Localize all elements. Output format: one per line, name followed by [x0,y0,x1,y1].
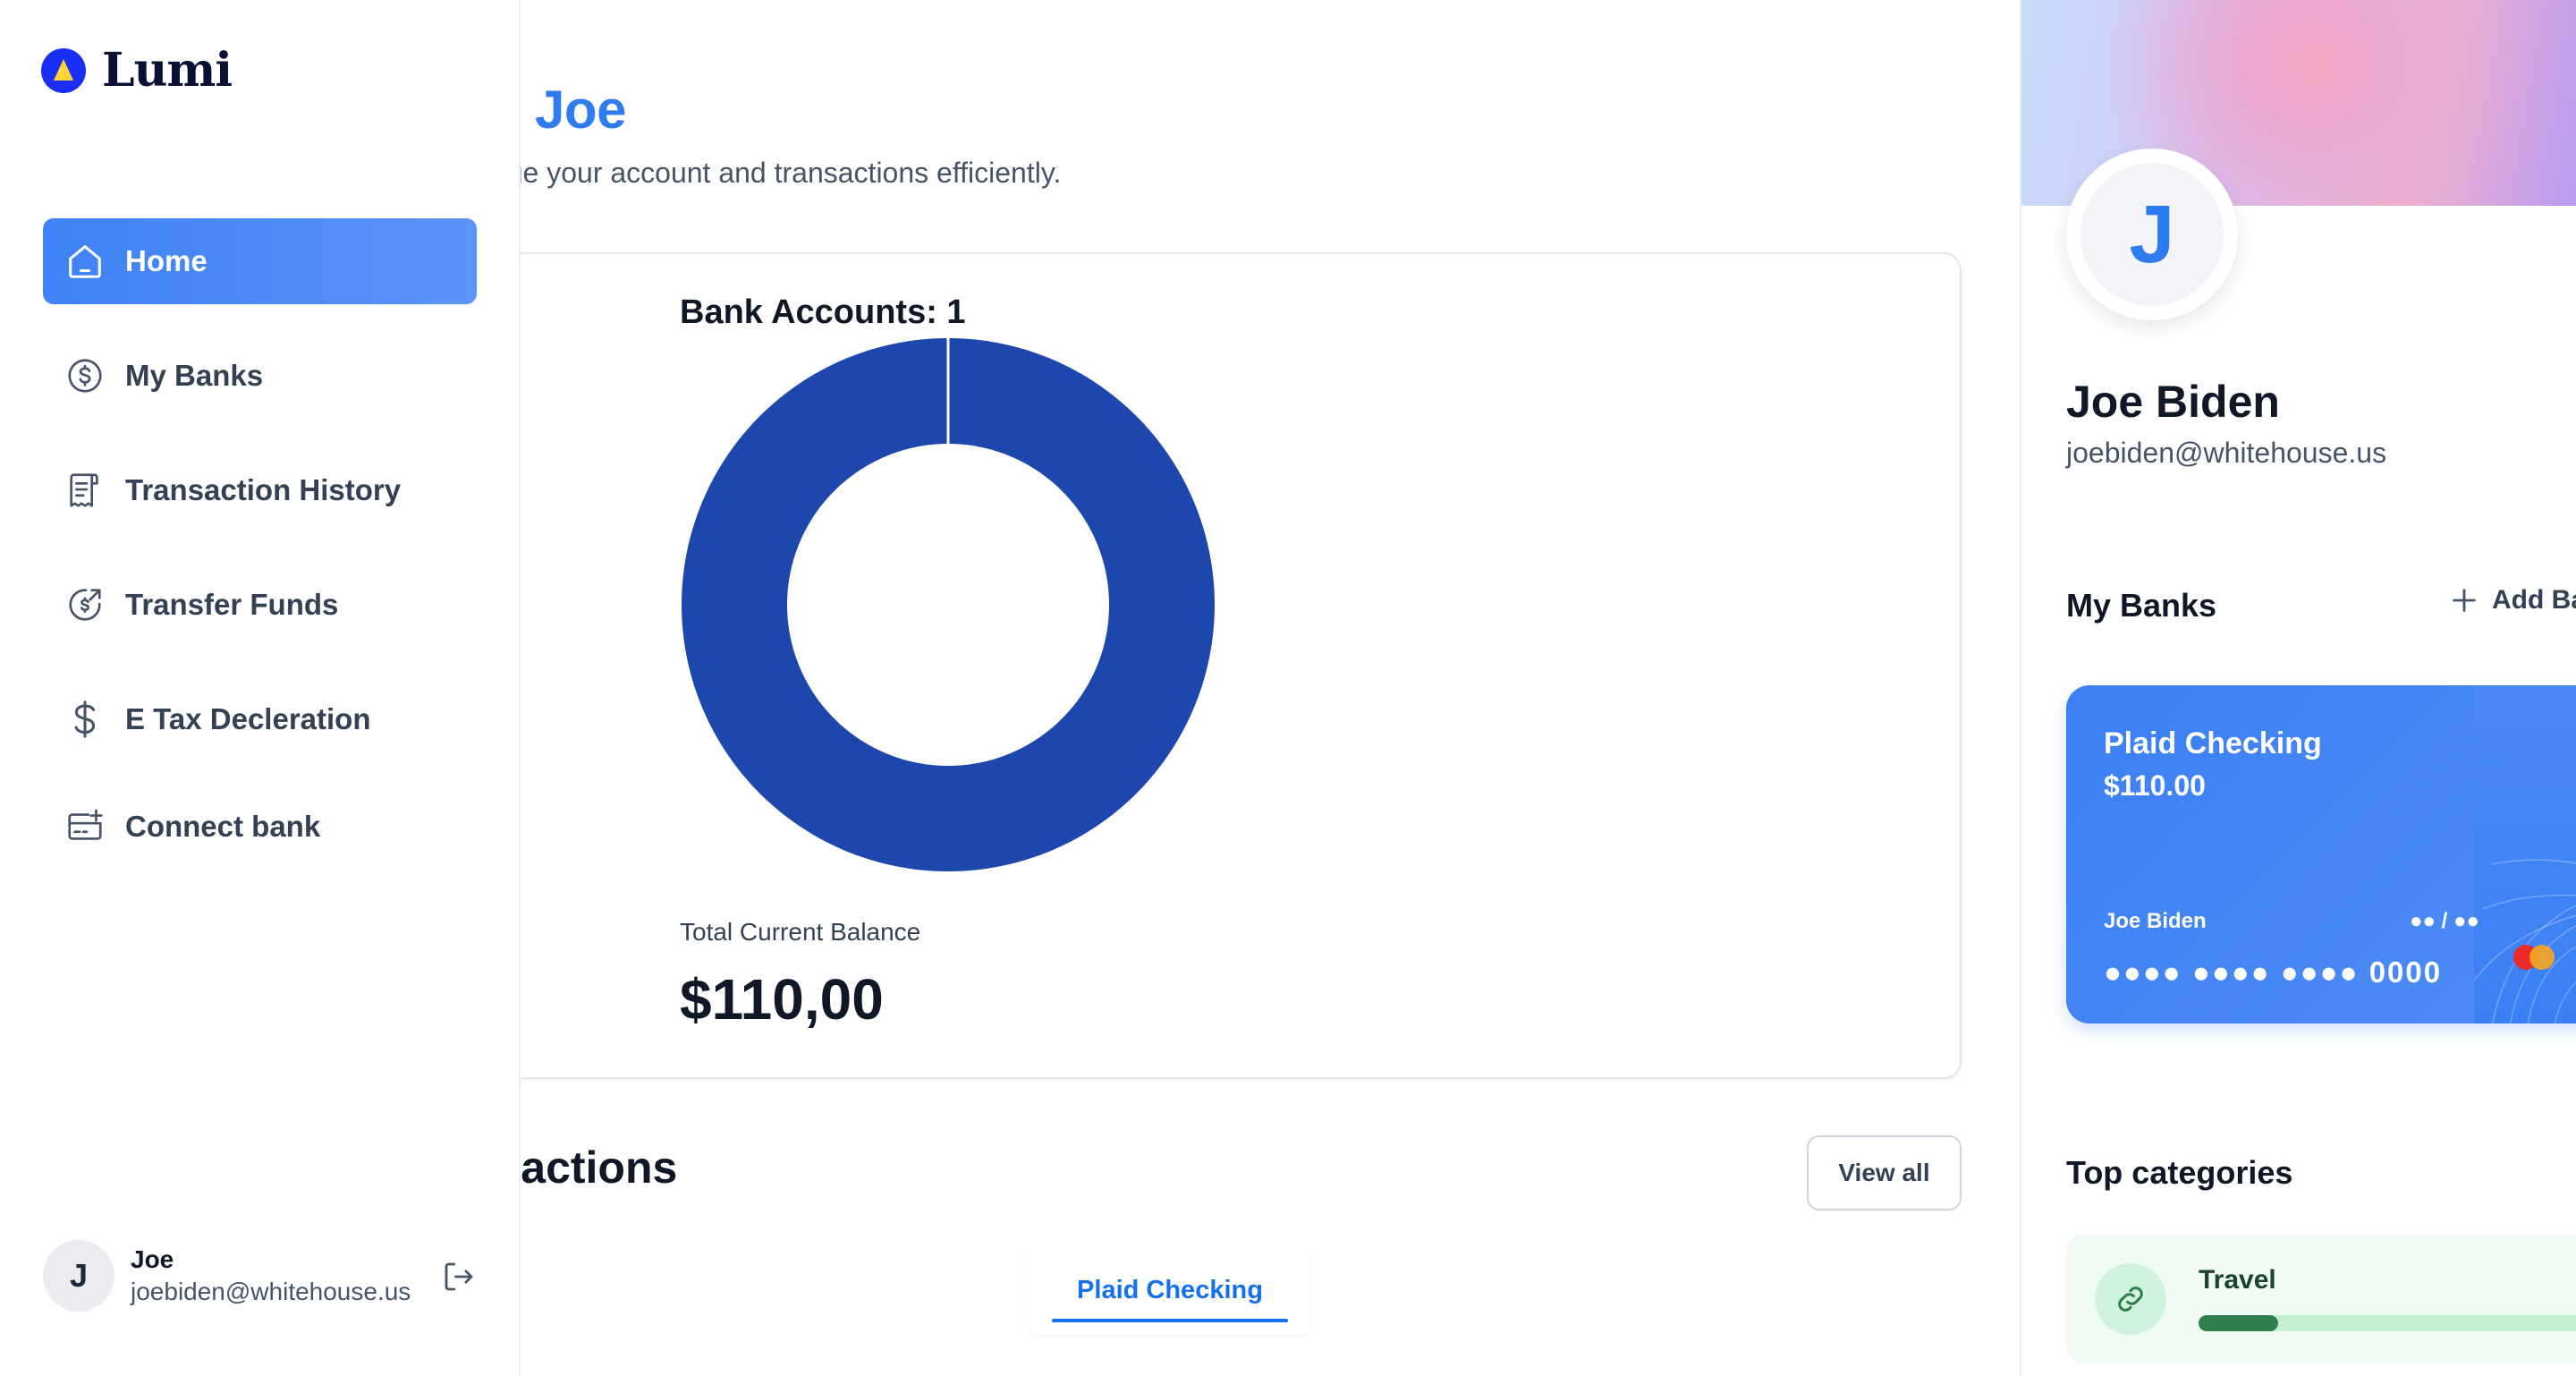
logo[interactable]: Lumi [41,43,233,98]
sidebar-item-label: Connect bank [125,810,321,843]
avatar: J [43,1240,114,1312]
sidebar-item-connect-bank[interactable]: Connect bank [43,784,477,870]
logo-text: Lumi [102,43,233,98]
sidebar-item-label: Home [125,244,208,277]
dollar-circle-icon [64,355,106,396]
right-sidebar: J Joe Biden joebiden@whitehouse.us My Ba… [2020,0,2576,1376]
profile-name: Joe Biden [2066,377,2280,427]
card-balance: $110.00 [2104,769,2206,802]
sidebar-item-label: E Tax Decleration [125,702,371,735]
profile-initial: J [2080,163,2224,306]
sidebar-item-label: Transfer Funds [125,588,339,621]
mastercard-icon [2513,945,2555,970]
user-email: joebiden@whitehouse.us [131,1278,411,1305]
total-balance-amount: $110,00 [680,967,884,1032]
profile-avatar: J [2066,149,2238,320]
add-bank-label: Add Ba [2492,585,2576,615]
category-progress-fill [2199,1315,2279,1331]
category-travel[interactable]: Travel 9 [2066,1235,2576,1363]
my-banks-title: My Banks [2066,587,2217,624]
card-plus-icon [64,806,106,847]
sidebar: Lumi Home My Banks Transaction History T… [0,0,521,1376]
sidebar-item-label: Transaction History [125,473,402,506]
category-name: Travel [2199,1265,2276,1295]
balance-donut-chart [681,337,1215,871]
logout-icon[interactable] [440,1258,478,1295]
sidebar-item-transfer-funds[interactable]: Transfer Funds [43,562,477,648]
add-bank-button[interactable]: Add Ba [2449,585,2576,616]
card-number: ●●●● ●●●● ●●●● 0000 [2104,956,2443,989]
card-holder-name: Joe Biden [2104,909,2207,933]
bank-accounts-count: Bank Accounts: 1 [680,293,966,331]
logo-icon [41,47,86,93]
sidebar-item-my-banks[interactable]: My Banks [43,333,477,419]
bank-card[interactable]: Plaid Checking $110.00 Joe Biden ●● / ●●… [2066,685,2576,1024]
top-categories-title: Top categories [2066,1154,2293,1191]
welcome-name: Joe [535,80,626,140]
view-all-button[interactable]: View all [1807,1135,1962,1210]
category-progress [2199,1315,2576,1331]
card-expiry: ●● / ●● [2410,909,2479,933]
sidebar-item-e-tax[interactable]: E Tax Decleration [43,676,477,762]
dollar-sign-icon [64,699,106,740]
receipt-icon [64,470,106,511]
sidebar-item-home[interactable]: Home [43,218,477,304]
user-name: Joe [131,1245,174,1273]
sidebar-item-label: My Banks [125,359,264,392]
total-balance-label: Total Current Balance [680,918,921,946]
sidebar-item-transaction-history[interactable]: Transaction History [43,447,477,533]
card-bank-name: Plaid Checking [2104,726,2322,760]
profile-email: joebiden@whitehouse.us [2066,437,2387,469]
plus-icon [2453,589,2476,612]
link-icon [2095,1263,2166,1335]
sidebar-user[interactable]: J Joe joebiden@whitehouse.us [43,1240,481,1312]
tab-plaid-checking[interactable]: Plaid Checking [1030,1245,1309,1335]
transfer-icon [64,584,106,625]
home-icon [64,241,106,282]
